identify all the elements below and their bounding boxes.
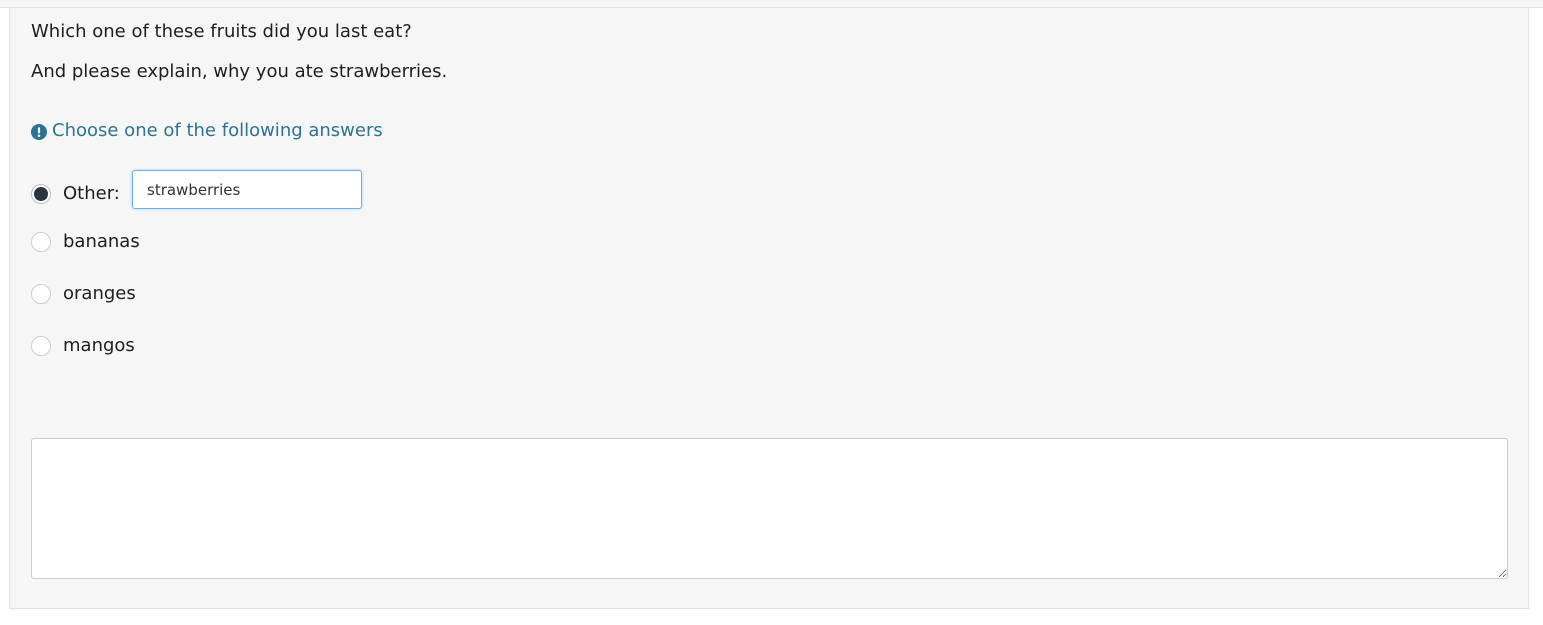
question-help-text: And please explain, why you ate strawber… (31, 61, 448, 82)
radio-mangos[interactable] (31, 336, 51, 356)
radio-other[interactable] (31, 184, 51, 204)
question-text: Which one of these fruits did you last e… (31, 21, 412, 42)
option-mangos-label: mangos (63, 335, 135, 356)
question-panel: Which one of these fruits did you last e… (9, 8, 1529, 609)
exclamation-circle-icon (31, 123, 47, 140)
option-oranges-label: oranges (63, 283, 136, 304)
radio-bananas[interactable] (31, 232, 51, 252)
option-other-label: Other: (63, 183, 120, 204)
option-other[interactable]: Other: (31, 182, 120, 206)
explanation-textarea[interactable] (31, 438, 1508, 579)
top-divider (0, 0, 1543, 8)
option-bananas-label: bananas (63, 231, 140, 252)
radio-oranges[interactable] (31, 284, 51, 304)
option-bananas[interactable]: bananas (31, 230, 140, 254)
option-oranges[interactable]: oranges (31, 282, 136, 306)
other-text-input[interactable] (132, 170, 362, 209)
answer-hint-text: Choose one of the following answers (52, 120, 383, 141)
answer-hint: Choose one of the following answers (31, 119, 383, 143)
option-mangos[interactable]: mangos (31, 334, 135, 358)
